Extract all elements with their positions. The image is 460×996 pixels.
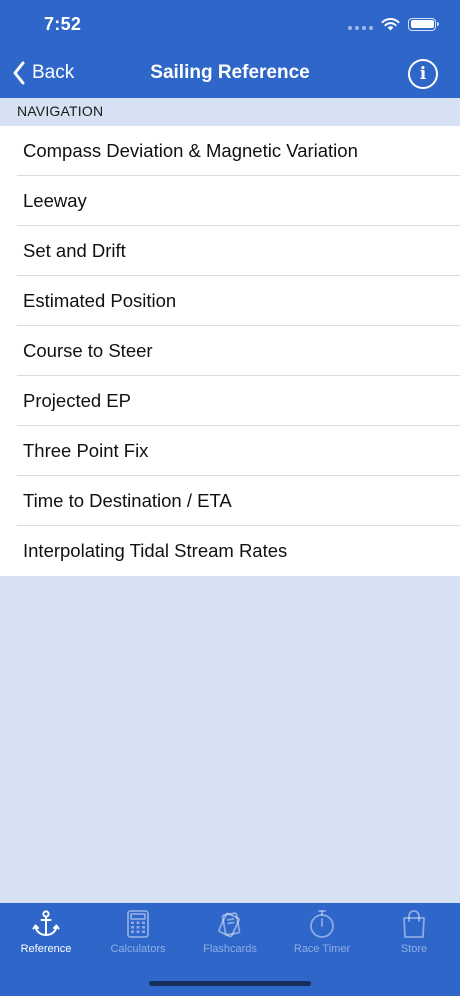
wifi-icon (381, 18, 400, 31)
tab-reference[interactable]: Reference (0, 909, 92, 996)
section-header: NAVIGATION (0, 98, 460, 126)
list-item[interactable]: Interpolating Tidal Stream Rates (0, 526, 460, 576)
shopping-bag-icon (403, 910, 425, 938)
tab-store[interactable]: Store (368, 909, 460, 996)
info-icon: i (419, 64, 427, 84)
list-item[interactable]: Three Point Fix (0, 426, 460, 476)
battery-icon (408, 17, 439, 31)
page-title: Sailing Reference (150, 62, 310, 83)
list-item[interactable]: Estimated Position (0, 276, 460, 326)
stopwatch-icon (310, 910, 334, 938)
tab-label: Reference (20, 943, 72, 955)
list-item[interactable]: Set and Drift (0, 226, 460, 276)
list-item[interactable]: Course to Steer (0, 326, 460, 376)
list-item[interactable]: Projected EP (0, 376, 460, 426)
cellular-signal-icon (348, 18, 373, 30)
list-item[interactable]: Time to Destination / ETA (0, 476, 460, 526)
reference-list: Compass Deviation & Magnetic Variation L… (0, 126, 460, 576)
tab-label: Race Timer (293, 943, 351, 955)
list-item[interactable]: Compass Deviation & Magnetic Variation (0, 126, 460, 176)
tab-label: Calculators (110, 943, 166, 955)
status-icons (348, 14, 439, 34)
calculator-icon (127, 910, 149, 938)
home-indicator (149, 981, 311, 986)
info-button[interactable]: i (408, 59, 438, 89)
navigation-bar: 7:52 Back Sailing Reference i (0, 0, 460, 98)
tab-label: Store (400, 943, 428, 955)
list-item[interactable]: Leeway (0, 176, 460, 226)
flashcards-icon (218, 912, 241, 938)
status-time: 7:52 (44, 14, 82, 34)
tab-label: Flashcards (203, 943, 257, 955)
anchor-icon (32, 910, 60, 936)
